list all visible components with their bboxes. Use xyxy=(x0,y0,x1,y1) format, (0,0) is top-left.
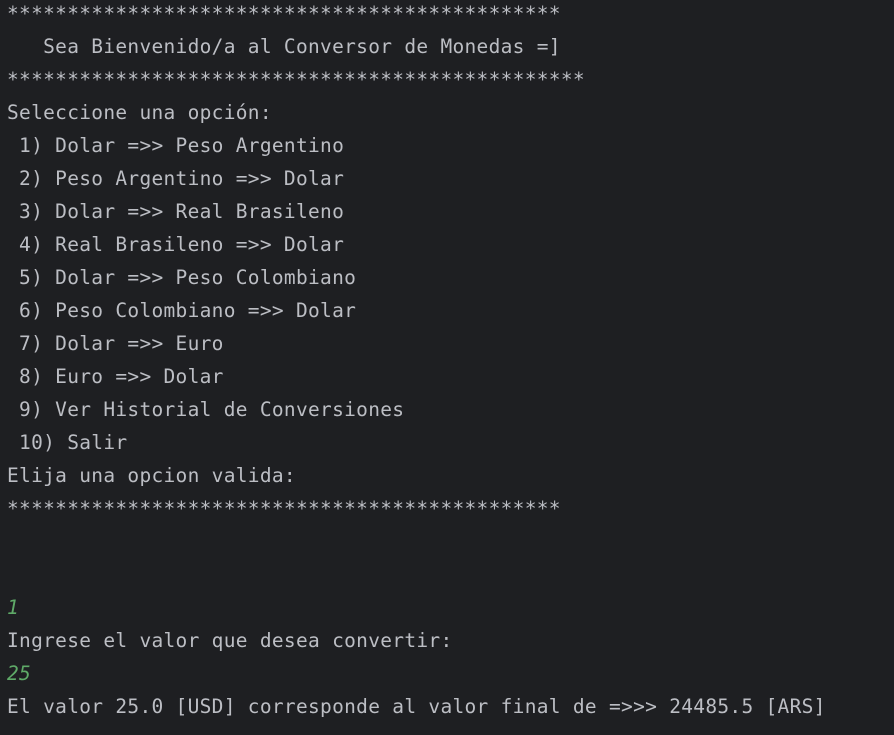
menu-option-8: 8) Euro =>> Dolar xyxy=(7,365,224,388)
banner-border-bottom: ****************************************… xyxy=(7,68,585,91)
menu-option-7: 7) Dolar =>> Euro xyxy=(7,332,224,355)
menu-option-5: 5) Dolar =>> Peso Colombiano xyxy=(7,266,357,289)
menu-option-6: 6) Peso Colombiano =>> Dolar xyxy=(7,299,357,322)
menu-prompt: Seleccione una opción: xyxy=(7,101,272,124)
menu-option-10: 10) Salir xyxy=(7,431,128,454)
welcome-title: Sea Bienvenido/a al Conversor de Monedas… xyxy=(7,35,561,58)
choice-prompt: Elija una opcion valida: xyxy=(7,464,296,487)
user-input-option: 1 xyxy=(7,596,20,619)
menu-option-4: 4) Real Brasileno =>> Dolar xyxy=(7,233,345,256)
banner-border-top: ****************************************… xyxy=(7,2,561,25)
menu-option-1: 1) Dolar =>> Peso Argentino xyxy=(7,134,345,157)
conversion-result: El valor 25.0 [USD] corresponde al valor… xyxy=(7,695,826,718)
user-input-amount: 25 xyxy=(7,662,32,685)
amount-prompt: Ingrese el valor que desea convertir: xyxy=(7,629,453,652)
menu-option-2: 2) Peso Argentino =>> Dolar xyxy=(7,167,345,190)
menu-option-3: 3) Dolar =>> Real Brasileno xyxy=(7,200,345,223)
console-output-panel[interactable]: ****************************************… xyxy=(0,0,894,735)
menu-border-bottom: ****************************************… xyxy=(7,497,561,520)
menu-option-9: 9) Ver Historial de Conversiones xyxy=(7,398,405,421)
